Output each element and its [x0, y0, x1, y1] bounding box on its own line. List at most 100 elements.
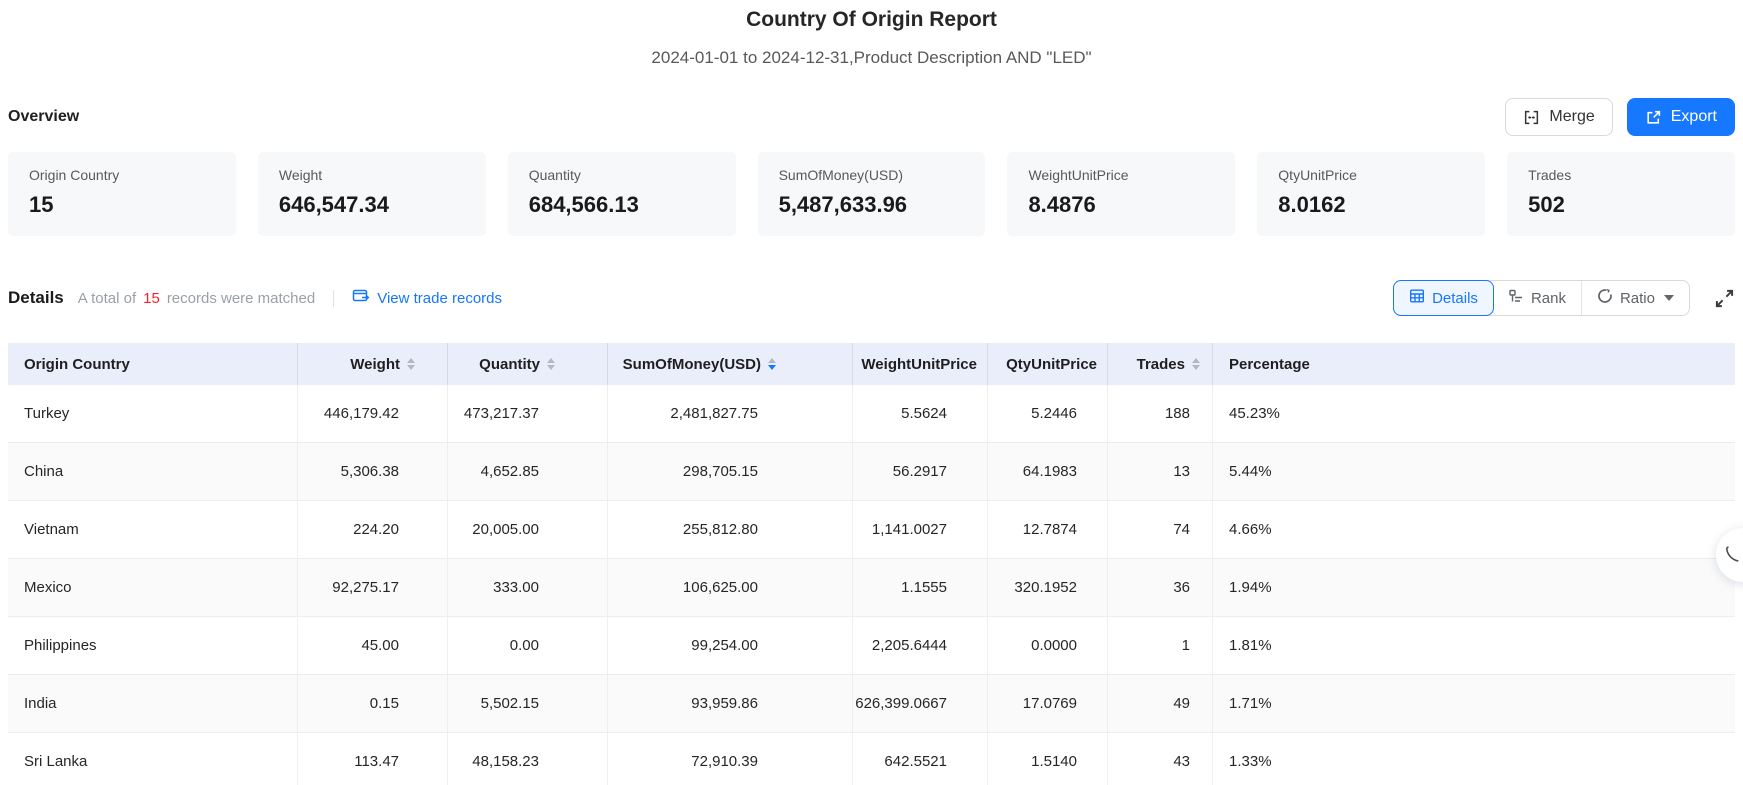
stat-card: Origin Country 15 [8, 152, 236, 236]
cell-qup: 5.2446 [988, 385, 1108, 442]
cell-quantity: 0.00 [448, 617, 608, 674]
caret-sorter-icon[interactable] [1192, 358, 1200, 371]
stat-card: SumOfMoney(USD)5,487,633.96 [758, 152, 986, 236]
matched-suffix: records were matched [167, 290, 315, 307]
view-trade-records-link[interactable]: View trade records [352, 288, 502, 308]
tab-details[interactable]: Details [1393, 280, 1494, 316]
cell-country: India [8, 675, 298, 732]
caret-down-icon [768, 365, 776, 370]
column-header-weight[interactable]: Weight [298, 343, 448, 385]
stat-card: Weight646,547.34 [258, 152, 486, 236]
table-body: Turkey446,179.42473,217.372,481,827.755.… [8, 385, 1735, 785]
caret-up-icon [768, 358, 776, 363]
cell-pct: 1.33% [1213, 733, 1735, 785]
stat-card-value: 5,487,633.96 [779, 192, 965, 218]
cell-wup: 626,399.0667 [853, 675, 988, 732]
cell-trades: 1 [1108, 617, 1213, 674]
records-window-icon [352, 288, 370, 308]
column-header-label: QtyUnitPrice [1006, 356, 1097, 373]
bar-rank-icon [1508, 288, 1524, 308]
cell-pct: 45.23% [1213, 385, 1735, 442]
column-header-wup: WeightUnitPrice [853, 343, 988, 385]
tab-rank[interactable]: Rank [1493, 281, 1581, 315]
cell-trades: 49 [1108, 675, 1213, 732]
cell-qup: 17.0769 [988, 675, 1108, 732]
stat-card-label: Weight [279, 167, 465, 183]
cell-sum: 93,959.86 [608, 675, 853, 732]
page-subtitle: 2024-01-01 to 2024-12-31,Product Descrip… [0, 48, 1743, 68]
tab-ratio[interactable]: Ratio [1581, 281, 1689, 315]
cell-qup: 0.0000 [988, 617, 1108, 674]
column-header-trades[interactable]: Trades [1108, 343, 1213, 385]
details-section-label: Details [8, 288, 64, 308]
caret-sorter-icon[interactable] [407, 358, 415, 371]
stat-card-label: Trades [1528, 167, 1714, 183]
caret-up-icon [407, 358, 415, 363]
overview-bar: Overview Merge Export [8, 98, 1735, 136]
cell-sum: 106,625.00 [608, 559, 853, 616]
stat-card-label: QtyUnitPrice [1278, 167, 1464, 183]
caret-down-icon [1664, 295, 1674, 301]
fullscreen-expand-icon[interactable] [1714, 288, 1735, 309]
stat-card-label: Quantity [529, 167, 715, 183]
table-header-row: Origin Country Weight Quantity SumOfMoney(U… [8, 343, 1735, 385]
cell-weight: 0.15 [298, 675, 448, 732]
view-switcher: Details Rank Ratio [1393, 280, 1690, 316]
column-header-label: Percentage [1229, 356, 1310, 373]
cell-trades: 13 [1108, 443, 1213, 500]
column-header-quantity[interactable]: Quantity [448, 343, 608, 385]
cell-qup: 12.7874 [988, 501, 1108, 558]
cell-trades: 36 [1108, 559, 1213, 616]
cell-sum: 255,812.80 [608, 501, 853, 558]
cell-wup: 1.1555 [853, 559, 988, 616]
merge-cells-icon [1523, 109, 1540, 126]
cell-trades: 43 [1108, 733, 1213, 785]
stat-card-value: 8.0162 [1278, 192, 1464, 218]
caret-sorter-icon[interactable] [768, 358, 776, 371]
cell-weight: 113.47 [298, 733, 448, 785]
details-toolbar: Details A total of 15 records were match… [8, 280, 1735, 316]
caret-sorter-icon[interactable] [547, 358, 555, 371]
caret-down-icon [407, 365, 415, 370]
export-button[interactable]: Export [1627, 98, 1735, 136]
export-button-label: Export [1671, 108, 1717, 126]
cell-sum: 72,910.39 [608, 733, 853, 785]
column-header-label: WeightUnitPrice [861, 356, 977, 373]
overview-actions: Merge Export [1505, 98, 1735, 136]
stat-card: Quantity 684,566.13 [508, 152, 736, 236]
cell-sum: 298,705.15 [608, 443, 853, 500]
stat-card-value: 15 [29, 192, 215, 218]
view-switcher-area: Details Rank Ratio [1393, 280, 1735, 316]
cell-weight: 5,306.38 [298, 443, 448, 500]
stat-card: QtyUnitPrice 8.0162 [1257, 152, 1485, 236]
cell-pct: 5.44% [1213, 443, 1735, 500]
cell-country: Vietnam [8, 501, 298, 558]
table-row: India0.155,502.1593,959.86626,399.066717… [8, 675, 1735, 733]
cell-pct: 1.81% [1213, 617, 1735, 674]
cell-wup: 642.5521 [853, 733, 988, 785]
cell-wup: 5.5624 [853, 385, 988, 442]
merge-button[interactable]: Merge [1505, 98, 1612, 136]
column-header-label: Quantity [479, 356, 540, 373]
table-grid-icon [1409, 288, 1425, 308]
cell-country: Mexico [8, 559, 298, 616]
cell-quantity: 4,652.85 [448, 443, 608, 500]
cell-quantity: 5,502.15 [448, 675, 608, 732]
cell-weight: 92,275.17 [298, 559, 448, 616]
donut-refresh-icon [1597, 288, 1613, 308]
caret-up-icon [1192, 358, 1200, 363]
table-row: China5,306.384,652.85298,705.1556.291764… [8, 443, 1735, 501]
cell-qup: 320.1952 [988, 559, 1108, 616]
stat-card-value: 684,566.13 [529, 192, 715, 218]
stat-card-value: 502 [1528, 192, 1714, 218]
cell-weight: 45.00 [298, 617, 448, 674]
stat-card-label: Origin Country [29, 167, 215, 183]
cell-country: Sri Lanka [8, 733, 298, 785]
table-row: Vietnam224.2020,005.00255,812.801,141.00… [8, 501, 1735, 559]
column-header-label: Origin Country [24, 356, 130, 373]
cell-sum: 2,481,827.75 [608, 385, 853, 442]
column-header-sum[interactable]: SumOfMoney(USD) [608, 343, 853, 385]
cell-pct: 1.71% [1213, 675, 1735, 732]
stat-card-label: WeightUnitPrice [1028, 167, 1214, 183]
tab-rank-label: Rank [1531, 290, 1566, 307]
